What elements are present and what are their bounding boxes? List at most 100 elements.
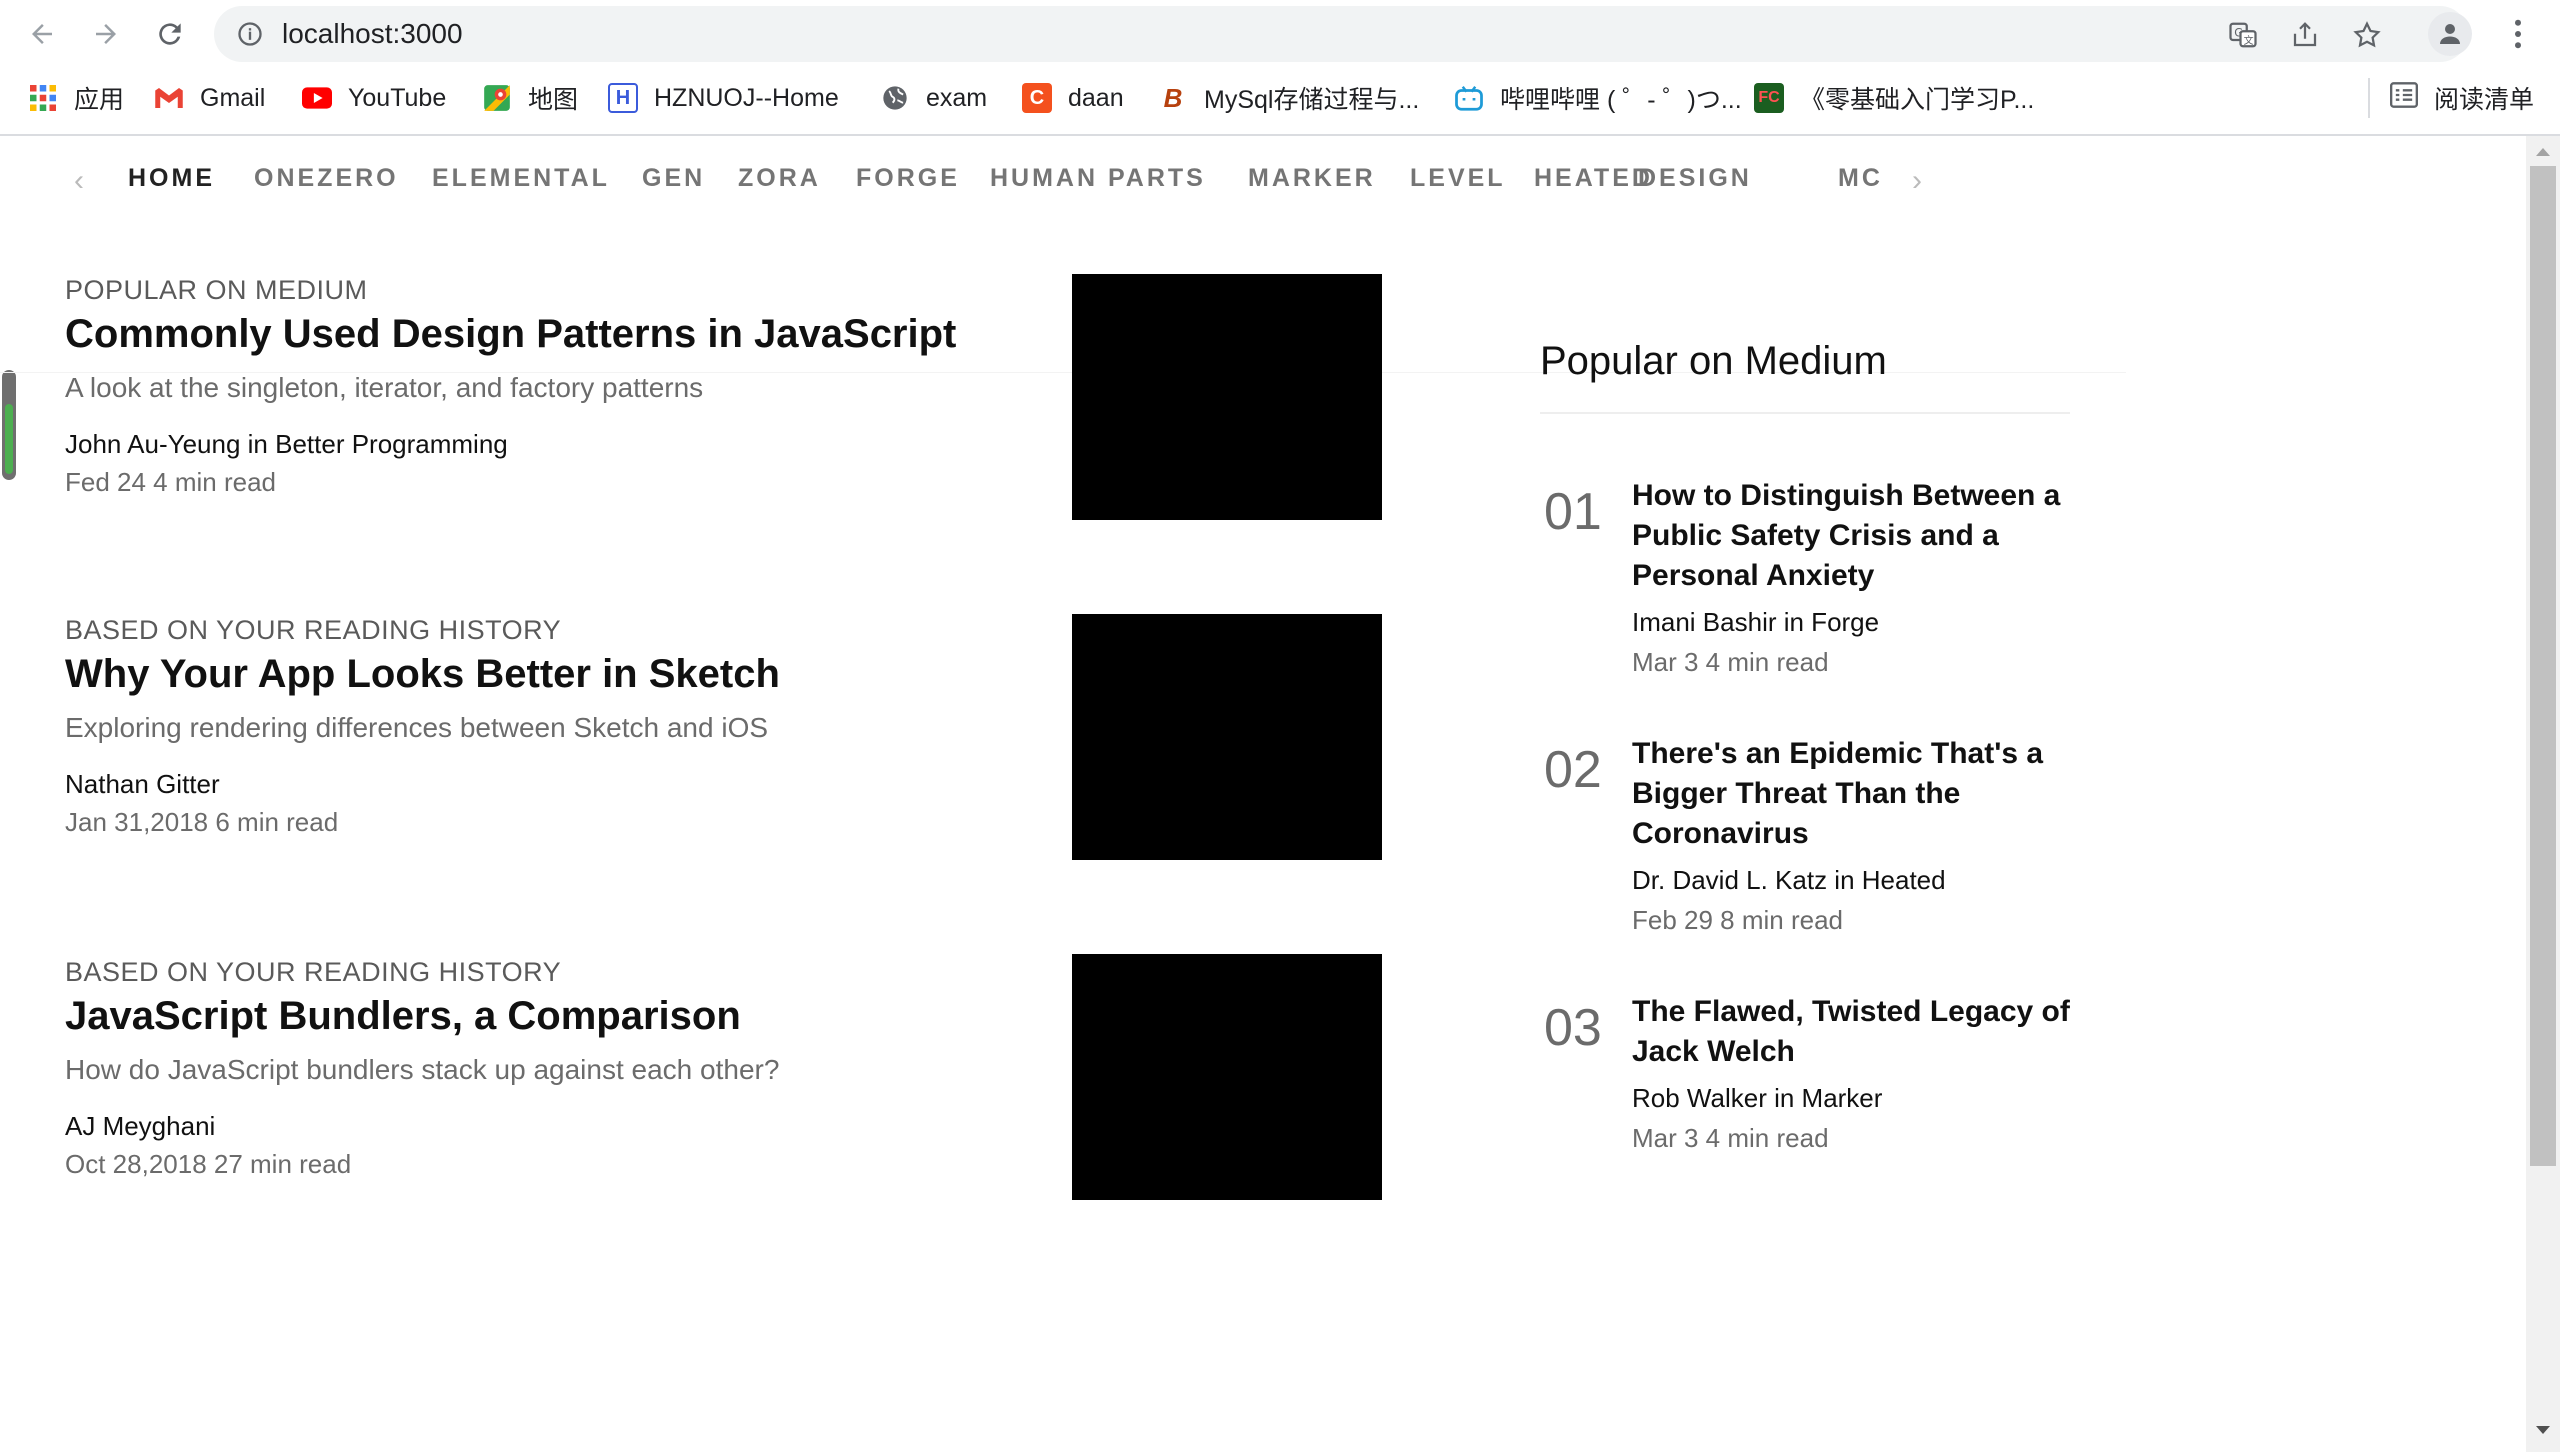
globe-icon: [880, 83, 910, 113]
hznuoj-icon: H: [608, 83, 638, 113]
nav-link-home[interactable]: HOME: [128, 164, 215, 193]
bookmark-label: HZNUOJ--Home: [654, 83, 839, 112]
nav-link-design[interactable]: DESIGN: [1638, 164, 1752, 193]
scroll-down-arrow-icon[interactable]: [2536, 1426, 2550, 1434]
bookmark-apps[interactable]: 应用: [28, 78, 124, 118]
reading-list-label: 阅读清单: [2434, 86, 2535, 114]
sidebar-heading: Popular on Medium: [1540, 339, 1887, 383]
bookmark-gmail[interactable]: Gmail: [154, 78, 265, 118]
nav-link-onezero[interactable]: ONEZERO: [254, 164, 399, 193]
bookmark-bilibili[interactable]: 哔哩哔哩 ( ゜- ゜)つ...: [1454, 78, 1742, 118]
bookmark-label: YouTube: [348, 83, 447, 112]
back-arrow-icon: [32, 24, 52, 44]
bookmark-label: exam: [926, 83, 988, 112]
article-meta: Fed 24 4 min read: [65, 467, 277, 497]
popular-title[interactable]: There's an Epidemic That's a Bigger Thre…: [1632, 734, 2072, 854]
article-title[interactable]: Commonly Used Design Patterns in JavaScr…: [65, 308, 1025, 360]
translate-icon[interactable]: G文: [2226, 18, 2260, 52]
popular-author[interactable]: Imani Bashir in Forge: [1632, 606, 2072, 638]
popular-meta: Feb 29 8 min read: [1632, 905, 1844, 935]
nav-link-marker[interactable]: MARKER: [1248, 164, 1376, 193]
reload-button[interactable]: [150, 14, 190, 54]
bookmark-label: 哔哩哔哩 ( ゜- ゜)つ...: [1500, 86, 1742, 114]
bookmark-daan[interactable]: C daan: [1022, 78, 1124, 118]
article-kicker: BASED ON YOUR READING HISTORY: [65, 615, 562, 645]
popular-rank: 03: [1544, 999, 1602, 1057]
popular-sidebar: Popular on Medium 01 How to Distinguish …: [1540, 336, 2070, 1153]
bookmark-label: daan: [1068, 83, 1124, 112]
scroll-up-arrow-icon[interactable]: [2536, 148, 2550, 156]
bookmark-label: 应用: [74, 86, 125, 114]
youtube-icon: [302, 83, 332, 113]
article-author[interactable]: AJ Meyghani: [65, 1110, 1025, 1142]
fc-icon: FC: [1754, 83, 1784, 113]
address-bar[interactable]: localhost:3000 G文: [214, 6, 2468, 62]
nav-link-mc[interactable]: MC: [1838, 164, 1883, 193]
page-scrollbar[interactable]: [2526, 136, 2560, 1452]
reading-list-button[interactable]: 阅读清单: [2368, 78, 2534, 118]
bookmark-exam[interactable]: exam: [880, 78, 987, 118]
bookmark-star-icon[interactable]: [2350, 18, 2384, 52]
forward-button[interactable]: [86, 14, 126, 54]
article-thumbnail[interactable]: [1072, 274, 1382, 520]
profile-avatar-icon[interactable]: [2428, 12, 2472, 56]
article-thumbnail[interactable]: [1072, 614, 1382, 860]
side-handle[interactable]: [2, 370, 16, 480]
nav-next-chevron-icon[interactable]: ›: [1912, 164, 1922, 198]
article-kicker: POPULAR ON MEDIUM: [65, 275, 368, 305]
popular-title[interactable]: How to Distinguish Between a Public Safe…: [1632, 476, 2072, 596]
maps-icon: [482, 83, 512, 113]
reading-list-icon: [2390, 81, 2418, 115]
bilibili-icon: [1454, 83, 1484, 113]
browser-chrome: localhost:3000 G文 应用 Gmail YouTube 地图 H …: [0, 0, 2560, 136]
apps-grid-icon: [28, 83, 58, 113]
bookmark-fc[interactable]: FC 《零基础入门学习P...: [1754, 78, 2034, 118]
side-handle-fill: [5, 404, 13, 474]
daan-icon: C: [1022, 83, 1052, 113]
nav-link-forge[interactable]: FORGE: [856, 164, 960, 193]
mysql-bookmark-icon: B: [1163, 82, 1183, 113]
article-author[interactable]: John Au-Yeung in Better Programming: [65, 428, 1025, 460]
bookmark-label: Gmail: [200, 83, 266, 112]
nav-link-elemental[interactable]: ELEMENTAL: [432, 164, 610, 193]
share-icon[interactable]: [2288, 18, 2322, 52]
url-text[interactable]: localhost:3000: [282, 18, 463, 50]
nav-link-human-parts[interactable]: HUMAN PARTS: [990, 164, 1206, 193]
scrollbar-thumb[interactable]: [2530, 166, 2556, 1166]
article-author[interactable]: Nathan Gitter: [65, 768, 1025, 800]
article-title[interactable]: Why Your App Looks Better in Sketch: [65, 648, 1025, 700]
article-card[interactable]: BASED ON YOUR READING HISTORY Why Your A…: [65, 614, 1025, 838]
back-button[interactable]: [22, 14, 62, 54]
article-kicker: BASED ON YOUR READING HISTORY: [65, 957, 562, 987]
gmail-icon: [154, 83, 184, 113]
nav-link-zora[interactable]: ZORA: [738, 164, 821, 193]
article-title[interactable]: JavaScript Bundlers, a Comparison: [65, 990, 1025, 1042]
bookmarks-bar: 应用 Gmail YouTube 地图 H HZNUOJ--Home exam …: [0, 78, 2560, 118]
sidebar-divider: [1540, 412, 2070, 414]
article-subtitle: Exploring rendering differences between …: [65, 712, 769, 743]
browser-menu-icon[interactable]: [2498, 14, 2538, 54]
popular-title[interactable]: The Flawed, Twisted Legacy of Jack Welch: [1632, 992, 2072, 1072]
nav-link-level[interactable]: LEVEL: [1410, 164, 1506, 193]
page-viewport: ‹ HOME ONEZERO ELEMENTAL GEN ZORA FORGE …: [0, 136, 2526, 1446]
article-meta: Oct 28,2018 27 min read: [65, 1149, 352, 1179]
bookmark-label: 地图: [528, 86, 579, 114]
popular-meta: Mar 3 4 min read: [1632, 1123, 1829, 1153]
bookmark-youtube[interactable]: YouTube: [302, 78, 446, 118]
nav-link-gen[interactable]: GEN: [642, 164, 705, 193]
popular-author[interactable]: Rob Walker in Marker: [1632, 1082, 2072, 1114]
article-card[interactable]: BASED ON YOUR READING HISTORY JavaScript…: [65, 956, 1025, 1180]
svg-text:文: 文: [2244, 34, 2254, 47]
article-thumbnail[interactable]: [1072, 954, 1382, 1200]
article-card[interactable]: POPULAR ON MEDIUM Commonly Used Design P…: [65, 274, 1025, 498]
site-info-icon[interactable]: [236, 20, 264, 53]
popular-author[interactable]: Dr. David L. Katz in Heated: [1632, 864, 2072, 896]
bookmark-label: 《零基础入门学习P...: [1800, 86, 2035, 114]
bookmark-maps[interactable]: 地图: [482, 78, 578, 118]
bookmark-mysql[interactable]: B MySql存储过程与...: [1158, 78, 1420, 118]
nav-link-heated[interactable]: HEATED: [1534, 164, 1653, 193]
nav-prev-chevron-icon[interactable]: ‹: [74, 164, 84, 198]
bookmark-hznuoj[interactable]: H HZNUOJ--Home: [608, 78, 839, 118]
reload-icon: [159, 23, 181, 45]
forward-arrow-icon: [96, 24, 116, 44]
